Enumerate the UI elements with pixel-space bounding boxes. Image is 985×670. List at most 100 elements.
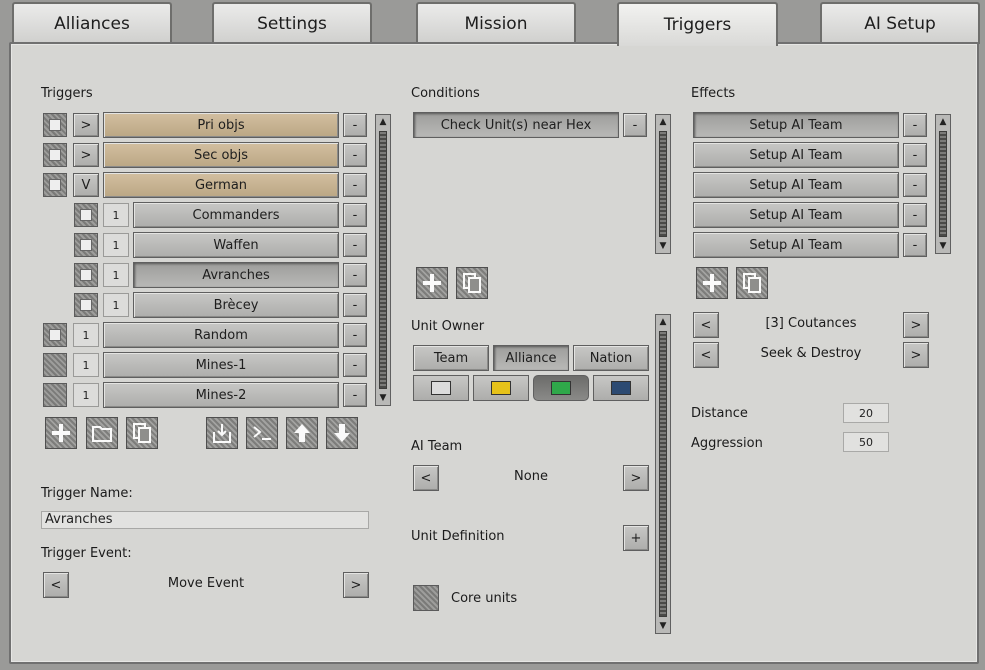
event-prev-button[interactable]: <	[43, 572, 69, 598]
trigger-item-brecey[interactable]: Brècey	[133, 292, 339, 318]
color-swatch-blue[interactable]	[593, 375, 649, 401]
trigger-checkbox[interactable]	[74, 263, 98, 287]
add-condition-button[interactable]	[416, 267, 448, 299]
trigger-remove-button[interactable]: -	[343, 143, 367, 167]
scroll-up-icon[interactable]: ▲	[656, 315, 670, 329]
color-swatch-white[interactable]	[413, 375, 469, 401]
conditions-scrollbar[interactable]: ▲ ▼	[655, 114, 671, 254]
effect-item-setup-ai-team[interactable]: Setup AI Team	[693, 142, 899, 168]
effect-remove-button[interactable]: -	[903, 113, 927, 137]
trigger-checkbox[interactable]	[74, 203, 98, 227]
trigger-count: 1	[103, 233, 129, 257]
plus-icon	[423, 274, 441, 292]
scroll-up-icon[interactable]: ▲	[376, 115, 390, 129]
effect-remove-button[interactable]: -	[903, 203, 927, 227]
trigger-remove-button[interactable]: -	[343, 113, 367, 137]
trigger-remove-button[interactable]: -	[343, 203, 367, 227]
trigger-item-commanders[interactable]: Commanders	[133, 202, 339, 228]
move-down-button[interactable]	[326, 417, 358, 449]
trigger-item-mines-2[interactable]: Mines-2	[103, 382, 339, 408]
copy-effect-button[interactable]	[736, 267, 768, 299]
tab-ai-setup[interactable]: AI Setup	[820, 2, 980, 44]
effect-item-setup-ai-team[interactable]: Setup AI Team	[693, 172, 899, 198]
target-prev-button[interactable]: <	[693, 312, 719, 338]
trigger-remove-button[interactable]: -	[343, 383, 367, 407]
import-trigger-button[interactable]	[206, 417, 238, 449]
trigger-collapse-button[interactable]: V	[73, 173, 99, 197]
color-swatch-yellow[interactable]	[473, 375, 529, 401]
copy-condition-button[interactable]	[456, 267, 488, 299]
ai-team-next-button[interactable]: >	[623, 465, 649, 491]
trigger-item-pri-objs[interactable]: Pri objs	[103, 112, 339, 138]
trigger-item-avranches[interactable]: Avranches	[133, 262, 339, 288]
scroll-down-icon[interactable]: ▼	[656, 619, 670, 633]
trigger-remove-button[interactable]: -	[343, 173, 367, 197]
trigger-checkbox[interactable]	[43, 383, 67, 407]
effect-item-setup-ai-team[interactable]: Setup AI Team	[693, 232, 899, 258]
trigger-item-random[interactable]: Random	[103, 322, 339, 348]
trigger-item-waffen[interactable]: Waffen	[133, 232, 339, 258]
add-folder-button[interactable]	[86, 417, 118, 449]
effect-item-setup-ai-team[interactable]: Setup AI Team	[693, 202, 899, 228]
trigger-checkbox[interactable]	[43, 323, 67, 347]
trigger-item-german[interactable]: German	[103, 172, 339, 198]
add-effect-button[interactable]	[696, 267, 728, 299]
event-next-button[interactable]: >	[343, 572, 369, 598]
owner-tab-nation[interactable]: Nation	[573, 345, 649, 371]
distance-label: Distance	[691, 406, 748, 421]
tab-mission[interactable]: Mission	[416, 2, 576, 44]
trigger-count: 1	[103, 203, 129, 227]
trigger-item-mines-1[interactable]: Mines-1	[103, 352, 339, 378]
aggression-input[interactable]: 50	[843, 432, 889, 452]
effect-remove-button[interactable]: -	[903, 173, 927, 197]
scroll-down-icon[interactable]: ▼	[376, 391, 390, 405]
target-next-button[interactable]: >	[903, 312, 929, 338]
trigger-remove-button[interactable]: -	[343, 263, 367, 287]
ai-team-prev-button[interactable]: <	[413, 465, 439, 491]
trigger-item-sec-objs[interactable]: Sec objs	[103, 142, 339, 168]
condition-details-scrollbar[interactable]: ▲ ▼	[655, 314, 671, 634]
effect-item-setup-ai-team[interactable]: Setup AI Team	[693, 112, 899, 138]
color-swatch-green[interactable]	[533, 375, 589, 401]
trigger-remove-button[interactable]: -	[343, 293, 367, 317]
condition-item-check-unit[interactable]: Check Unit(s) near Hex	[413, 112, 619, 138]
effect-remove-button[interactable]: -	[903, 233, 927, 257]
trigger-checkbox[interactable]	[74, 233, 98, 257]
trigger-remove-button[interactable]: -	[343, 233, 367, 257]
owner-tab-team[interactable]: Team	[413, 345, 489, 371]
distance-input[interactable]: 20	[843, 403, 889, 423]
trigger-checkbox[interactable]	[43, 143, 67, 167]
trigger-checkbox[interactable]	[74, 293, 98, 317]
scroll-down-icon[interactable]: ▼	[936, 239, 950, 253]
scroll-down-icon[interactable]: ▼	[656, 239, 670, 253]
tab-alliances[interactable]: Alliances	[12, 2, 172, 44]
condition-remove-button[interactable]: -	[623, 113, 647, 137]
owner-tab-alliance[interactable]: Alliance	[493, 345, 569, 371]
effects-scrollbar[interactable]: ▲ ▼	[935, 114, 951, 254]
effect-remove-button[interactable]: -	[903, 143, 927, 167]
trigger-remove-button[interactable]: -	[343, 353, 367, 377]
trigger-checkbox[interactable]	[43, 353, 67, 377]
trigger-expand-button[interactable]: >	[73, 113, 99, 137]
plus-icon	[703, 274, 721, 292]
mode-next-button[interactable]: >	[903, 342, 929, 368]
triggers-scrollbar[interactable]: ▲ ▼	[375, 114, 391, 406]
trigger-checkbox[interactable]	[43, 113, 67, 137]
scroll-up-icon[interactable]: ▲	[936, 115, 950, 129]
trigger-remove-button[interactable]: -	[343, 323, 367, 347]
unit-definition-label: Unit Definition	[411, 529, 505, 544]
trigger-name-input[interactable]: Avranches	[41, 511, 369, 529]
console-button[interactable]	[246, 417, 278, 449]
scroll-up-icon[interactable]: ▲	[656, 115, 670, 129]
trigger-expand-button[interactable]: >	[73, 143, 99, 167]
add-unit-definition-button[interactable]: +	[623, 525, 649, 551]
mode-prev-button[interactable]: <	[693, 342, 719, 368]
move-up-button[interactable]	[286, 417, 318, 449]
trigger-checkbox[interactable]	[43, 173, 67, 197]
tab-settings[interactable]: Settings	[212, 2, 372, 44]
copy-trigger-button[interactable]	[126, 417, 158, 449]
core-units-checkbox[interactable]	[413, 585, 439, 611]
tab-triggers[interactable]: Triggers	[617, 2, 778, 46]
plus-icon	[52, 424, 70, 442]
add-trigger-button[interactable]	[45, 417, 77, 449]
